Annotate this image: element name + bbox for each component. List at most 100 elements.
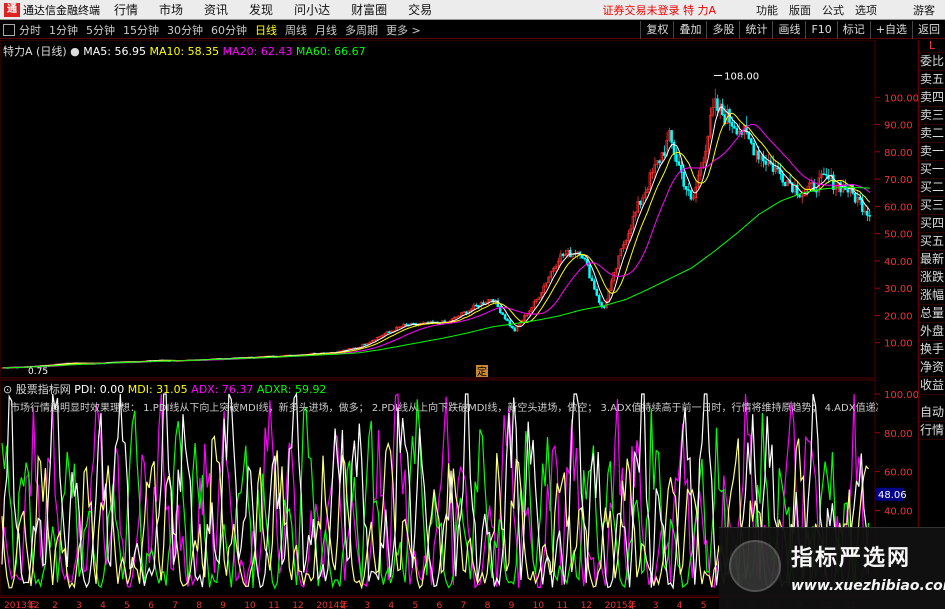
menu-market[interactable]: 行情 — [114, 1, 138, 18]
time-axis-label: 3 — [76, 601, 82, 609]
time-axis-label: 9 — [220, 601, 226, 609]
period-tab-5min[interactable]: 5分钟 — [86, 22, 115, 38]
quote-field-11: 最新 — [919, 251, 945, 269]
menu-wealth[interactable]: 财富圈 — [351, 1, 387, 18]
quote-field-6: 买一 — [919, 161, 945, 179]
menu-layout[interactable]: 版面 — [789, 2, 811, 18]
indicator-name[interactable]: 股票指标网 — [16, 383, 71, 396]
time-axis-label: 11 — [268, 601, 279, 609]
time-axis-label: 6 — [437, 601, 443, 609]
period-tab-intraday[interactable]: 分时 — [19, 22, 41, 38]
menu-trade[interactable]: 交易 — [408, 1, 432, 18]
time-axis-label: 10 — [533, 601, 545, 609]
period-tab-multi[interactable]: 多周期 — [345, 22, 378, 38]
time-axis-label: 12 — [292, 601, 303, 609]
time-axis-label: 11 — [557, 601, 568, 609]
time-axis-label: 7 — [172, 601, 178, 609]
toolbar-add-watchlist[interactable]: +自选 — [869, 20, 912, 39]
toolbar-adjust[interactable]: 复权 — [640, 20, 673, 39]
settings-dot-icon[interactable]: ● — [70, 45, 80, 58]
ind-tick-label: 40.00 — [884, 506, 913, 517]
adx-value: ADX: 76.37 — [191, 383, 254, 396]
grid-icon[interactable] — [3, 23, 15, 36]
quote-field-16: 换手 — [919, 341, 945, 359]
menu-assistant[interactable]: 问小达 — [294, 1, 330, 18]
stock-name: 特力A — [3, 45, 33, 58]
right-menu: 功能 版面 公式 选项 — [756, 2, 888, 18]
period-tab-monthly[interactable]: 月线 — [315, 22, 337, 38]
app-window: 通 通达信金融终端 行情 市场 资讯 发现 问小达 财富圈 交易 证券交易未登录… — [0, 0, 945, 609]
ind-tick-label: 60.00 — [884, 468, 913, 479]
time-axis-label: 4 — [677, 601, 683, 609]
watermark-logo-icon — [729, 540, 781, 592]
indicator-description: 市场行情趋明显时效果理想： 1.PDI线从下向上突破MDI线，新多头进场，做多；… — [10, 403, 878, 414]
time-axis-label: 4 — [388, 601, 394, 609]
trade-login-notice[interactable]: 证券交易未登录 特 力A — [602, 2, 716, 18]
time-axis-label: 12 — [28, 601, 39, 609]
time-axis-label: 6 — [148, 601, 154, 609]
mdi-value: MDI: 31.05 — [127, 383, 188, 396]
toolbar-multi-stock[interactable]: 多股 — [706, 20, 739, 39]
period-tab-15min[interactable]: 15分钟 — [123, 22, 159, 38]
watermark-url: www.xuezhibiao.com — [791, 578, 945, 594]
quote-field-7: 买二 — [919, 179, 945, 197]
toolbar-back[interactable]: 返回 — [912, 20, 945, 39]
period-tab-30min[interactable]: 30分钟 — [167, 22, 203, 38]
toolbar-f10[interactable]: F10 — [805, 20, 836, 39]
panel-toggle-1[interactable]: 行情 — [919, 422, 945, 440]
quote-field-4: 卖二 — [919, 125, 945, 143]
menu-discover[interactable]: 发现 — [249, 1, 273, 18]
period-tab-1min[interactable]: 1分钟 — [49, 22, 78, 38]
time-axis-label: 8 — [485, 601, 491, 609]
time-axis-label: 2 — [340, 601, 346, 609]
time-axis-label: 5 — [701, 601, 707, 609]
panel-toggle-0[interactable]: 自动 — [919, 404, 945, 422]
ind-tick-label: 80.00 — [884, 429, 913, 440]
menu-formula[interactable]: 公式 — [822, 2, 844, 18]
ind-tick-label: 100.00 — [884, 390, 918, 401]
time-axis-label: 10 — [244, 601, 256, 609]
menu-functions[interactable]: 功能 — [756, 2, 778, 18]
quote-field-9: 买四 — [919, 215, 945, 233]
watermark: 指标严选网 www.xuezhibiao.com — [719, 527, 945, 609]
ma5-value: MA5: 56.95 — [83, 45, 146, 58]
quote-field-2: 卖四 — [919, 89, 945, 107]
menu-options[interactable]: 选项 — [855, 2, 877, 18]
quote-field-3: 卖三 — [919, 107, 945, 125]
pdi-value: PDI: 0.00 — [74, 383, 125, 396]
main-chart-area: 特力A (日线) ● MA5: 56.95 MA10: 58.35 MA20: … — [0, 40, 918, 380]
quote-side-panel: L 委比 卖五 卖四 卖三 卖二 卖一 买一 买二 买三 买四 买五 最新 涨跌 涨幅 总量 外盘 换手 净资 收益… — [918, 40, 945, 609]
quote-field-15: 外盘 — [919, 323, 945, 341]
ma10-value: MA10: 58.35 — [149, 45, 220, 58]
watermark-title: 指标严选网 — [791, 546, 912, 571]
chart-toolbar: 复权 叠加 多股 统计 画线 F10 标记 +自选 返回 — [640, 20, 945, 39]
time-axis-label: 3 — [653, 601, 659, 609]
quote-field-5: 卖一 — [919, 143, 945, 161]
period-label: (日线) — [36, 45, 67, 58]
period-tab-daily[interactable]: 日线 — [255, 22, 277, 38]
time-axis-label: 3 — [364, 601, 370, 609]
toolbar-overlay[interactable]: 叠加 — [673, 20, 706, 39]
toolbar-stats[interactable]: 统计 — [739, 20, 772, 39]
current-value-label: 48.06 — [878, 490, 907, 501]
main-menu: 行情 市场 资讯 发现 问小达 财富圈 交易 — [114, 1, 453, 18]
time-axis-label: 7 — [461, 601, 467, 609]
adxr-value: ADXR: 59.92 — [256, 383, 327, 396]
toolbar-draw[interactable]: 画线 — [772, 20, 805, 39]
time-axis-label: 2 — [52, 601, 58, 609]
menu-news[interactable]: 资讯 — [204, 1, 228, 18]
toolbar-mark[interactable]: 标记 — [836, 20, 870, 39]
period-tab-60min[interactable]: 60分钟 — [211, 22, 247, 38]
time-axis-label: 8 — [196, 601, 202, 609]
quote-field-10: 买五 — [919, 233, 945, 251]
indicator-settings-icon[interactable]: ⊙ — [3, 383, 12, 396]
menu-markets[interactable]: 市场 — [159, 1, 183, 18]
period-bar: 分时 1分钟 5分钟 15分钟 30分钟 60分钟 日线 周线 月线 多周期 更… — [0, 20, 945, 39]
panel-top-label: L — [919, 40, 945, 53]
period-tab-weekly[interactable]: 周线 — [285, 22, 307, 38]
time-axis-label: 12 — [581, 601, 592, 609]
quote-field-14: 总量 — [919, 305, 945, 323]
period-tab-more[interactable]: 更多 > — [386, 22, 421, 38]
guest-button[interactable]: 游客 — [913, 2, 935, 18]
quote-field-list: 委比 卖五 卖四 卖三 卖二 卖一 买一 买二 买三 买四 买五 最新 涨跌 涨幅 总量 外盘 换手 净资 收益 自动… — [919, 53, 945, 440]
